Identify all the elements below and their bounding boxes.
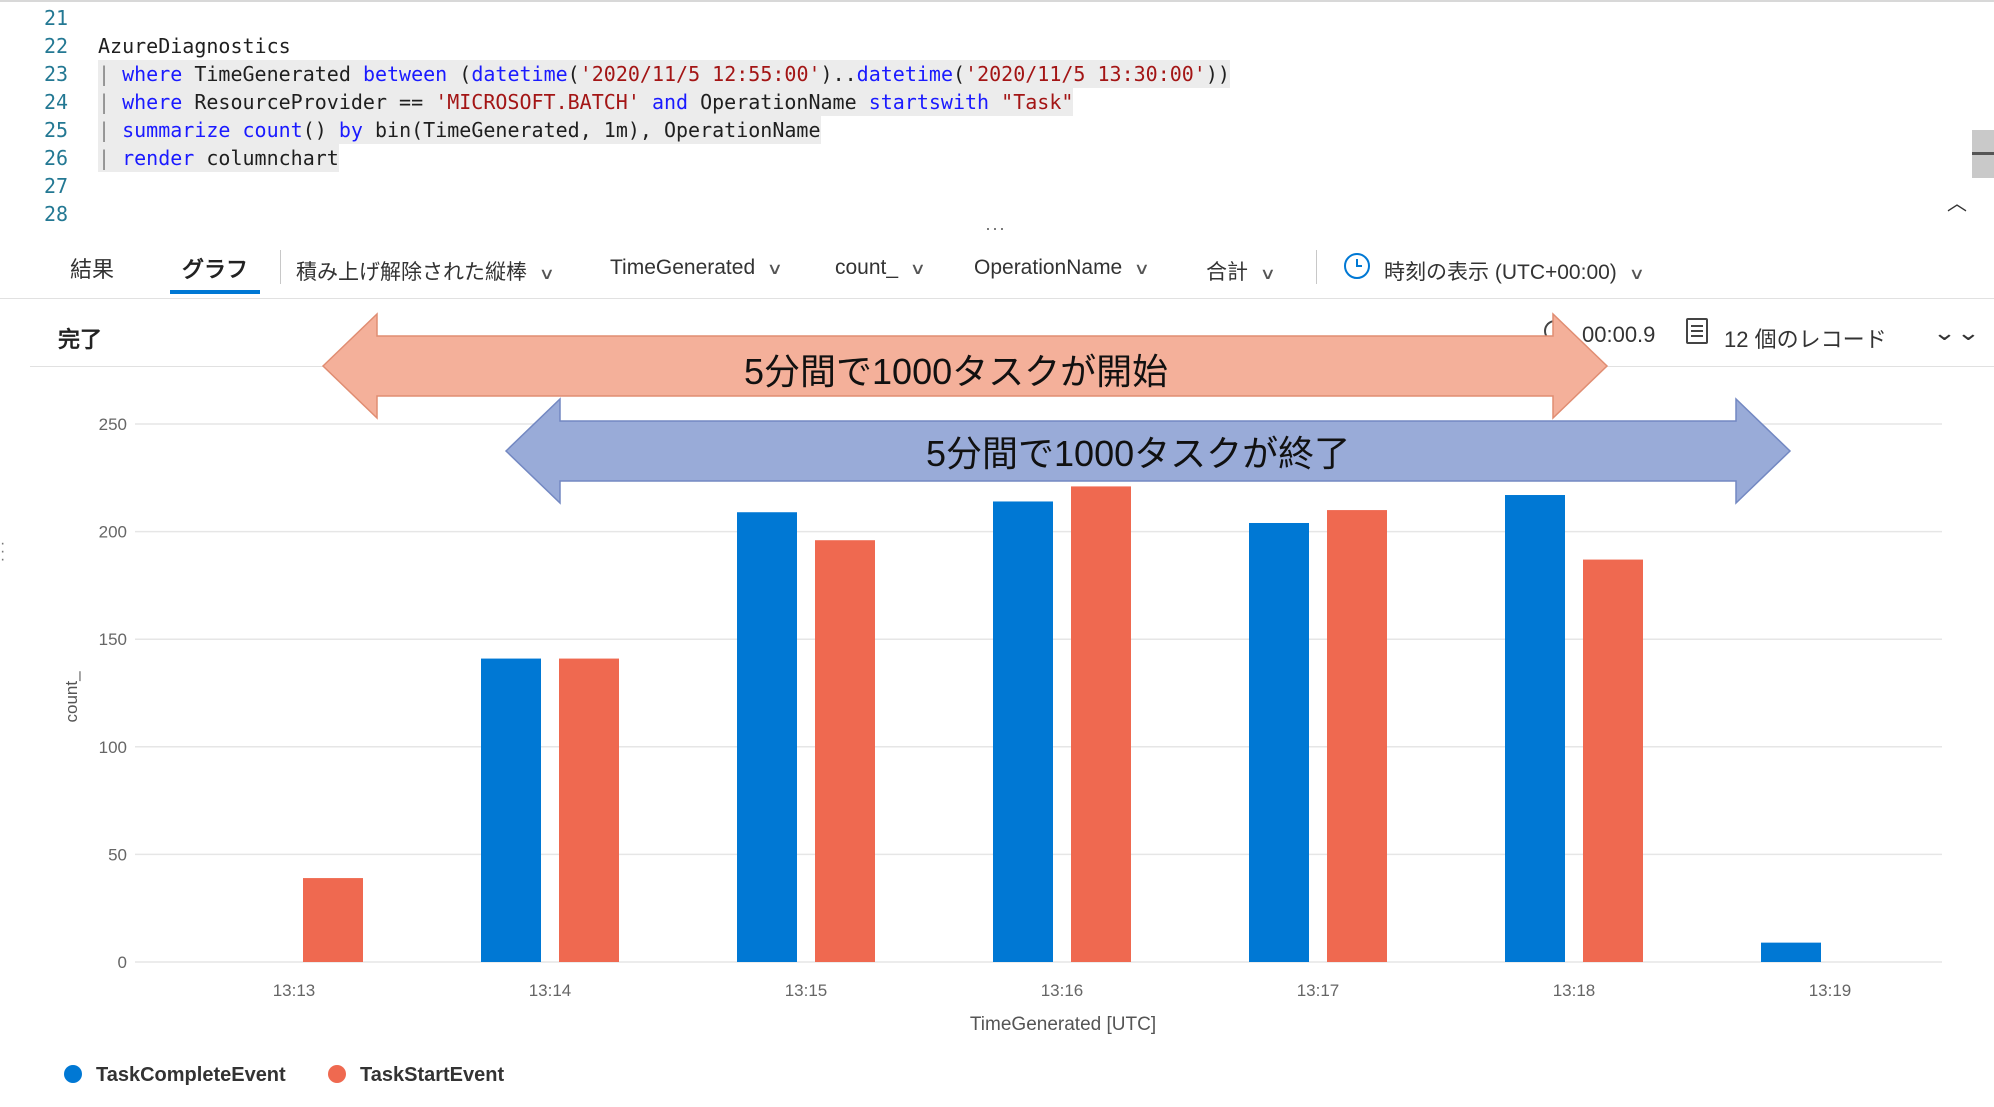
chart-gridlines — [135, 423, 1942, 963]
line-number: 21 — [44, 6, 69, 30]
query-status: 完了 — [58, 327, 103, 352]
end-arrow-label: 5分間で1000タスクが終了 — [926, 433, 1351, 474]
y-tick-label: 0 — [118, 953, 127, 972]
aggregation-label: 合計 — [1206, 261, 1248, 284]
aggregation-dropdown[interactable]: 合計 ∨ — [1206, 256, 1277, 286]
y-tick-label: 200 — [99, 523, 127, 542]
toolbar-divider — [1316, 250, 1317, 284]
tab-results[interactable]: 結果 — [70, 252, 114, 290]
records-icon — [1686, 318, 1708, 344]
code-text: | where TimeGenerated between (datetime(… — [98, 60, 1230, 88]
timer-icon — [1544, 320, 1566, 342]
chevron-down-icon: ∨ — [909, 261, 927, 278]
x-tick-label: 13:13 — [273, 981, 316, 1000]
legend-swatch — [328, 1065, 346, 1083]
legend-label: TaskCompleteEvent — [96, 1064, 286, 1086]
line-number: 27 — [44, 174, 69, 198]
chevron-down-icon: ∨ — [1259, 266, 1277, 283]
line-number: 22 — [44, 34, 69, 58]
legend-item[interactable]: TaskStartEvent — [328, 1064, 504, 1087]
x-tick-label: 13:14 — [529, 981, 572, 1000]
y-tick-label: 250 — [99, 415, 127, 434]
x-axis-label: TimeGenerated [UTC] — [970, 1014, 1156, 1035]
chevron-down-icon: ∨ — [1628, 266, 1645, 283]
results-toolbar: 結果 グラフ 積み上げ解除された縦棒 ∨ TimeGenerated ∨ count… — [0, 236, 1994, 299]
code-text: | render columnchart — [98, 144, 339, 172]
split-column-dropdown[interactable]: OperationName ∨ — [974, 256, 1151, 280]
code-text: | where ResourceProvider == 'MICROSOFT.B… — [98, 88, 1074, 116]
legend-swatch — [64, 1065, 82, 1083]
bar-TaskStartEvent[interactable] — [559, 658, 619, 962]
bar-TaskCompleteEvent[interactable] — [1249, 522, 1309, 962]
chevron-down-icon: ∨ — [1133, 261, 1151, 278]
y-tick-label: 50 — [108, 845, 127, 864]
editor-scrollbar[interactable] — [1972, 130, 1994, 178]
bar-TaskCompleteEvent[interactable] — [993, 501, 1053, 962]
bar-TaskStartEvent[interactable] — [1071, 486, 1131, 962]
toolbar-divider — [280, 250, 281, 284]
time-display-dropdown[interactable]: 時刻の表示 (UTC+00:00) ∨ — [1384, 256, 1645, 286]
x-column-label: TimeGenerated — [610, 256, 756, 279]
bar-TaskStartEvent[interactable] — [1327, 510, 1387, 962]
y-tick-label: 150 — [99, 630, 127, 649]
line-number: 28 — [44, 202, 69, 226]
chart-bars — [303, 486, 1821, 962]
resize-grip-icon[interactable]: · · · — [0, 536, 5, 568]
x-tick-label: 13:17 — [1297, 981, 1340, 1000]
chevron-down-icon: ∨ — [538, 266, 556, 283]
y-column-label: count_ — [835, 256, 899, 279]
y-tick-label: 100 — [99, 738, 127, 757]
bar-TaskCompleteEvent[interactable] — [481, 658, 541, 962]
legend-label: TaskStartEvent — [360, 1064, 505, 1086]
x-tick-label: 13:18 — [1553, 981, 1596, 1000]
time-display-label: 時刻の表示 (UTC+00:00) — [1384, 261, 1617, 284]
y-axis-label: count_ — [62, 671, 81, 723]
record-count: 12 個のレコード — [1724, 327, 1887, 352]
bar-TaskCompleteEvent[interactable] — [1505, 495, 1565, 962]
bar-TaskStartEvent[interactable] — [303, 878, 363, 962]
code-text: | summarize count() by bin(TimeGenerated… — [98, 116, 821, 144]
bar-TaskStartEvent[interactable] — [815, 540, 875, 962]
line-number: 25 — [44, 118, 69, 142]
x-tick-label: 13:16 — [1041, 981, 1084, 1000]
query-editor[interactable]: 21 22 AzureDiagnostics 23 | where TimeGenera… — [0, 2, 1994, 228]
chevron-down-icon: ∨ — [766, 261, 784, 278]
collapse-editor-icon[interactable]: ︿ — [1942, 190, 1972, 218]
legend-item[interactable]: TaskCompleteEvent — [64, 1064, 286, 1087]
bar-TaskCompleteEvent[interactable] — [1761, 942, 1821, 962]
y-axis-ticks: 0 50 100 150 200 250 — [99, 415, 127, 972]
clock-icon — [1344, 253, 1370, 279]
chart-type-dropdown[interactable]: 積み上げ解除された縦棒 ∨ — [296, 256, 556, 286]
bar-TaskStartEvent[interactable] — [1583, 559, 1643, 962]
line-number: 24 — [44, 90, 69, 114]
y-column-dropdown[interactable]: count_ ∨ — [835, 256, 927, 280]
x-tick-label: 13:19 — [1809, 981, 1852, 1000]
expand-details-icon[interactable]: ⌄⌄ — [1932, 320, 1980, 346]
code-text: AzureDiagnostics — [98, 34, 291, 58]
chart-type-label: 積み上げ解除された縦棒 — [296, 261, 527, 284]
line-number: 26 — [44, 146, 69, 170]
elapsed-time: 00:00.9 — [1582, 322, 1656, 347]
split-column-label: OperationName — [974, 256, 1123, 279]
x-tick-label: 13:15 — [785, 981, 828, 1000]
tab-chart[interactable]: グラフ — [170, 252, 261, 294]
line-number: 23 — [44, 62, 69, 86]
x-column-dropdown[interactable]: TimeGenerated ∨ — [610, 256, 784, 280]
bar-TaskCompleteEvent[interactable] — [737, 512, 797, 962]
start-arrow-label: 5分間で1000タスクが開始 — [744, 351, 1169, 392]
x-axis-ticks: 13:13 13:14 13:15 13:16 13:17 13:18 13:19 — [273, 981, 1852, 1000]
